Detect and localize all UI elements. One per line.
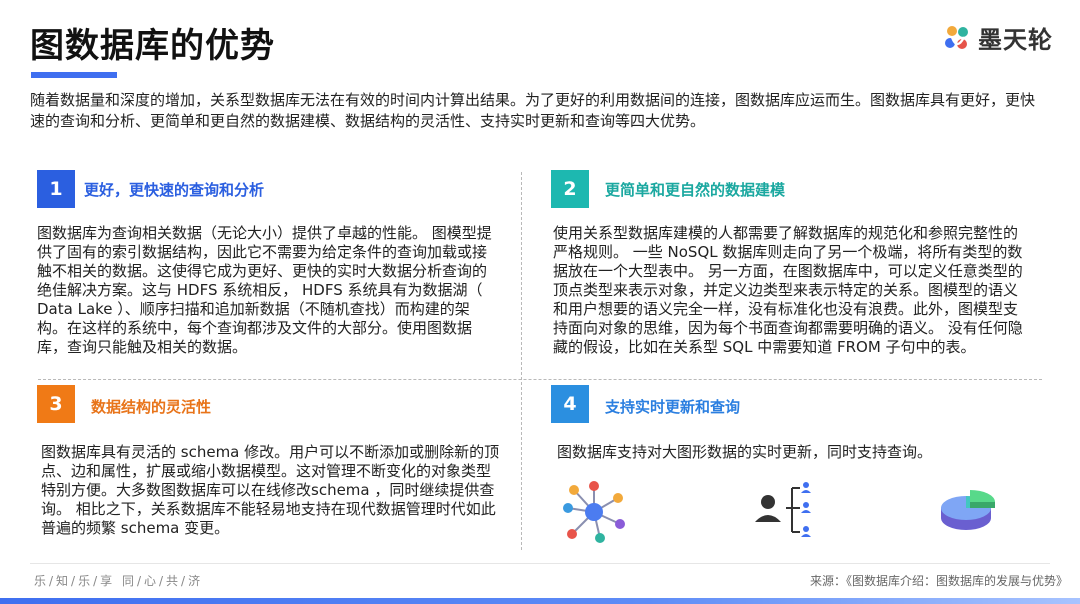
- section-1-title: 更好，更快速的查询和分析: [84, 181, 265, 199]
- section-4-title: 支持实时更新和查询: [605, 398, 741, 416]
- section-3-body: 图数据库具有灵活的 schema 修改。用户可以不断添加或删除新的顶点、边和属性…: [41, 443, 500, 537]
- user-hierarchy-icon: [752, 478, 816, 546]
- logo-icon: [945, 25, 968, 49]
- logo-text: 墨天轮: [978, 26, 1053, 54]
- footer-divider: [30, 563, 1050, 564]
- footer-source: 来源：《图数据库介绍：图数据库的发展与优势》: [810, 574, 1069, 588]
- vertical-divider: [521, 172, 522, 550]
- section-4-number: 4: [551, 385, 589, 423]
- section-2-title: 更简单和更自然的数据建模: [605, 181, 786, 199]
- section-2-number: 2: [551, 170, 589, 208]
- footer-slogan: 乐/知/乐/享 同/心/共/济: [34, 574, 204, 588]
- section-1-number: 1: [37, 170, 75, 208]
- section-2-body: 使用关系型数据库建模的人都需要了解数据库的规范化和参照完整性的严格规则。 一些 …: [553, 224, 1023, 356]
- section-1-body: 图数据库为查询相关数据（无论大小）提供了卓越的性能。 图模型提供了固有的索引数据…: [37, 224, 492, 356]
- intro-paragraph: 随着数据量和深度的增加，关系型数据库无法在有效的时间内计算出结果。为了更好的利用…: [30, 91, 1036, 130]
- page-title: 图数据库的优势: [30, 26, 275, 66]
- pie-chart-3d-icon: [936, 480, 1000, 542]
- horizontal-divider: [38, 379, 1042, 380]
- section-3-title: 数据结构的灵活性: [91, 398, 212, 416]
- section-4-body: 图数据库支持对大图形数据的实时更新，同时支持查询。: [557, 443, 933, 461]
- brand-logo: 墨天轮: [942, 20, 1053, 55]
- section-3-number: 3: [37, 385, 75, 423]
- network-graph-icon: [560, 478, 628, 550]
- bottom-accent-bar: [0, 598, 1080, 604]
- title-underline: [31, 72, 117, 78]
